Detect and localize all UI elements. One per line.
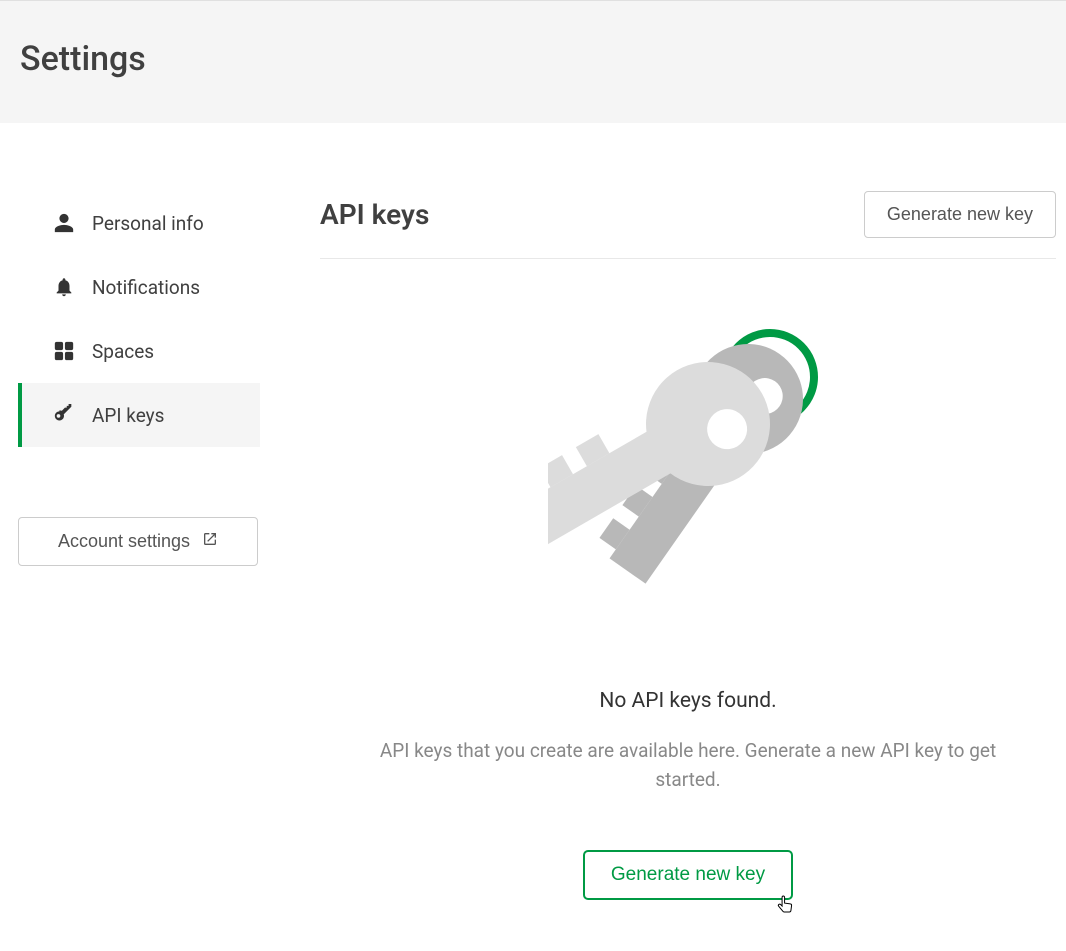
grid-icon xyxy=(52,339,76,363)
sidebar-item-label: Personal info xyxy=(92,212,204,235)
account-settings-button[interactable]: Account settings xyxy=(18,517,258,566)
person-icon xyxy=(52,211,76,235)
main-content: API keys Generate new key xyxy=(280,191,1066,900)
sidebar: Personal info Notifications Space xyxy=(0,191,280,900)
bell-icon xyxy=(52,275,76,299)
page-title: Settings xyxy=(20,39,1046,79)
sidebar-item-personal-info[interactable]: Personal info xyxy=(18,191,260,255)
generate-key-button-top[interactable]: Generate new key xyxy=(864,191,1056,238)
sidebar-item-spaces[interactable]: Spaces xyxy=(18,319,260,383)
account-settings-label: Account settings xyxy=(58,531,190,552)
main-header: API keys Generate new key xyxy=(320,191,1056,259)
cursor-hand-icon xyxy=(775,894,795,918)
sidebar-item-label: Spaces xyxy=(92,340,154,363)
empty-state-title: No API keys found. xyxy=(599,689,776,713)
section-heading: API keys xyxy=(320,198,429,231)
content-wrapper: Personal info Notifications Space xyxy=(0,123,1066,900)
generate-key-button-primary-label: Generate new key xyxy=(611,864,765,885)
empty-state-description: API keys that you create are available h… xyxy=(368,737,1008,794)
key-icon xyxy=(52,403,76,427)
page-header: Settings xyxy=(0,0,1066,123)
external-link-icon xyxy=(202,531,218,552)
sidebar-item-notifications[interactable]: Notifications xyxy=(18,255,260,319)
empty-state: No API keys found. API keys that you cre… xyxy=(320,259,1056,900)
sidebar-item-label: API keys xyxy=(92,404,164,427)
keys-illustration-icon xyxy=(548,329,828,649)
sidebar-item-label: Notifications xyxy=(92,276,200,299)
sidebar-item-api-keys[interactable]: API keys xyxy=(18,383,260,447)
sidebar-nav: Personal info Notifications Space xyxy=(18,191,260,447)
generate-key-button-primary[interactable]: Generate new key xyxy=(583,850,793,900)
